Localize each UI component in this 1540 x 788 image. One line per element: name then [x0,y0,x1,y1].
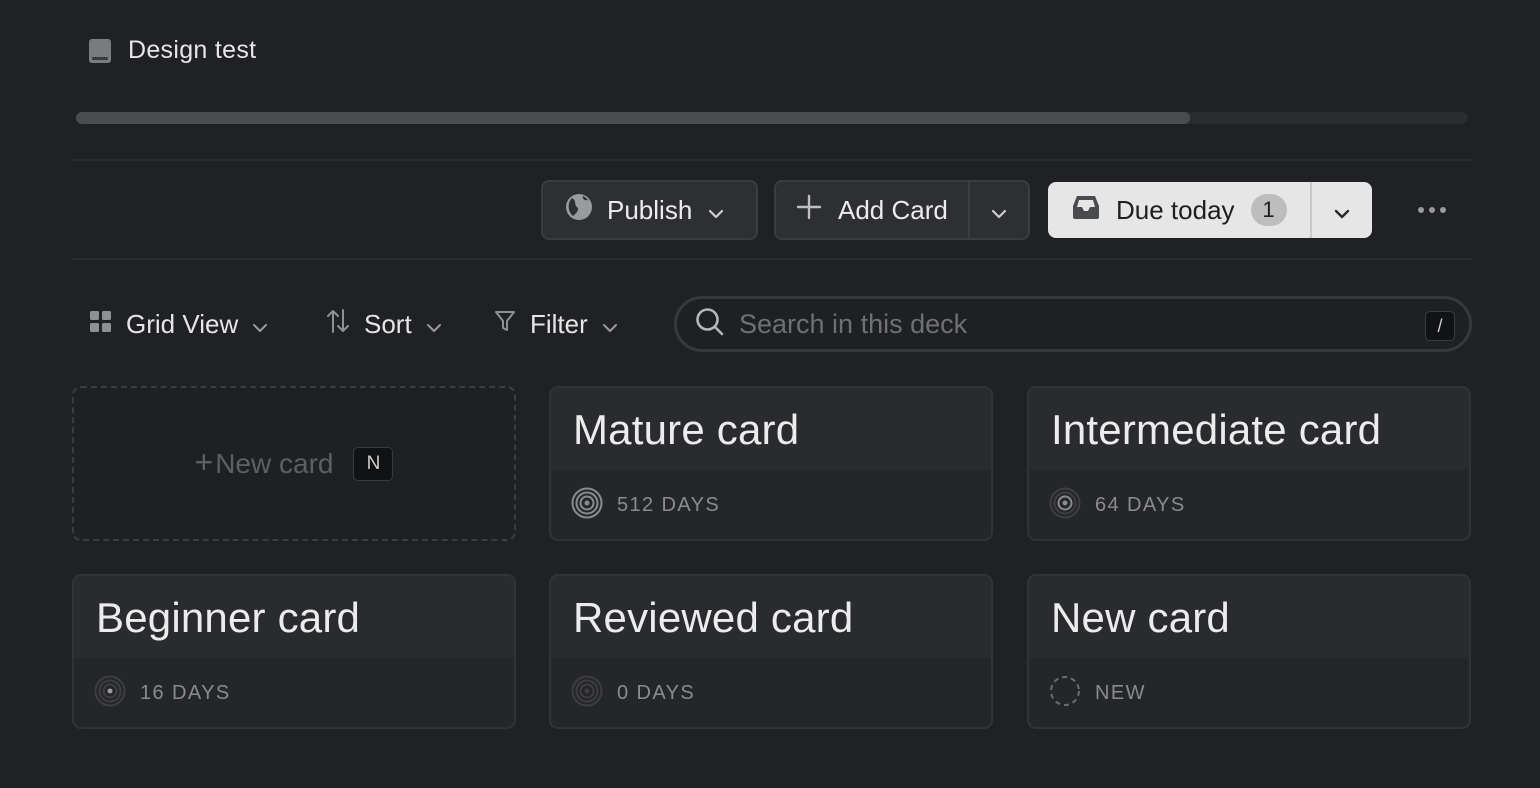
grid-view-label: Grid View [126,308,239,339]
grid-icon [90,309,112,340]
card-status: 512 DAYS [617,493,721,516]
more-icon[interactable] [1408,196,1456,224]
deck-page: Design test Publish Add Card Due today 1… [0,0,1540,788]
chevron-down-icon [1334,195,1350,226]
add-card-split-button: Add Card [774,180,1030,240]
sort-dropdown[interactable]: Sort [326,304,442,344]
beginner-progress-icon [94,675,126,712]
publish-label: Publish [607,194,693,225]
card-title: Reviewed card [573,594,854,641]
globe-icon [565,193,593,228]
more-dot [1440,207,1446,213]
sort-icon [326,308,350,341]
due-today-split-button: Due today 1 [1048,182,1372,238]
new-card-shortcut-key: N [353,446,394,481]
intermediate-progress-icon [1049,487,1081,524]
filter-icon [494,309,516,340]
card-title: Intermediate card [1051,406,1382,453]
filter-dropdown[interactable]: Filter [494,304,618,344]
card-status: 0 DAYS [617,681,696,704]
search-icon [695,307,725,342]
publish-button[interactable]: Publish [541,180,758,240]
reviewed-progress-icon [571,675,603,712]
chevron-down-icon [991,195,1007,226]
card-status: 16 DAYS [140,681,231,704]
book-icon [88,38,112,64]
new-card-label: New card [215,447,334,479]
card-status: NEW [1095,681,1146,704]
filter-label: Filter [530,308,588,339]
card-status: 64 DAYS [1095,493,1186,516]
plus-icon [796,194,822,227]
deck-progress-fill [76,112,1190,124]
add-card-label: Add Card [838,194,948,225]
card-title: Beginner card [96,594,361,641]
mature-progress-icon [571,487,603,524]
card-new[interactable]: New card NEW [1027,574,1471,729]
sort-label: Sort [364,308,412,339]
card-title: New card [1051,594,1230,641]
card-reviewed[interactable]: Reviewed card 0 DAYS [549,574,993,729]
deck-progress-bar [76,112,1468,124]
add-card-menu-button[interactable] [970,182,1028,238]
due-today-label: Due today [1116,194,1235,225]
card-title: Mature card [573,406,800,453]
inbox-icon [1072,194,1100,227]
grid-view-dropdown[interactable]: Grid View [90,304,268,344]
chevron-down-icon [708,195,724,226]
card-intermediate[interactable]: Intermediate card 64 DAYS [1027,386,1471,541]
chevron-down-icon [426,309,442,340]
deck-title: Design test [128,36,257,64]
deck-header: Design test [88,36,256,65]
more-dot [1418,207,1424,213]
divider [72,159,1472,161]
search-input[interactable] [739,308,1399,340]
card-beginner[interactable]: Beginner card 16 DAYS [72,574,516,729]
add-card-button[interactable]: Add Card [776,182,970,238]
divider [72,258,1472,260]
more-dot [1429,207,1435,213]
due-count-badge: 1 [1250,194,1287,226]
due-today-menu-button[interactable] [1312,182,1372,238]
chevron-down-icon [602,309,618,340]
due-today-button[interactable]: Due today 1 [1048,182,1312,238]
search-box: / [674,296,1472,352]
new-progress-icon [1049,675,1081,712]
card-mature[interactable]: Mature card 512 DAYS [549,386,993,541]
search-shortcut-key: / [1425,311,1455,341]
plus-icon: + [194,444,214,480]
new-card-button[interactable]: + New card N [72,386,516,541]
chevron-down-icon [252,309,268,340]
